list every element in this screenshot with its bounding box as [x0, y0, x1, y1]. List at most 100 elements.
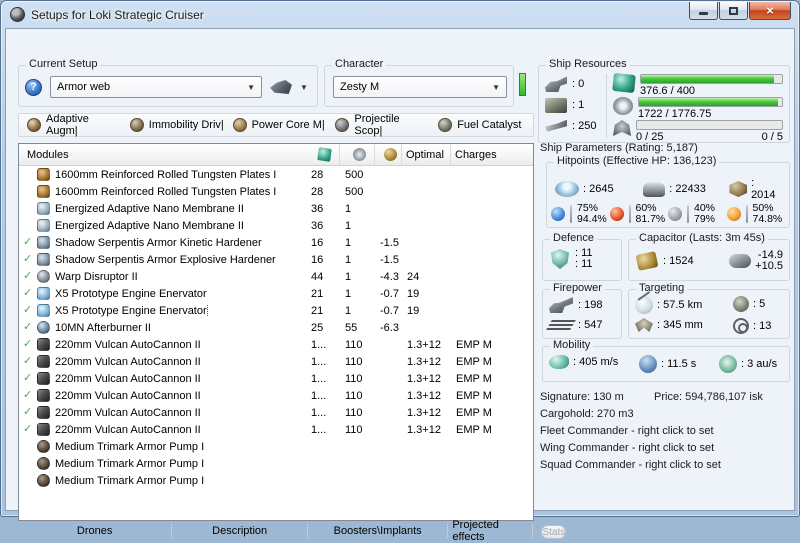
module-powergrid: 55	[345, 321, 358, 334]
subsystem-label: Power Core M|	[251, 119, 325, 131]
help-icon[interactable]: ?	[25, 78, 42, 96]
column-powergrid[interactable]	[340, 144, 375, 165]
table-row[interactable]: 220mm Vulcan AutoCannon II 1... 110 1.3+…	[19, 387, 533, 404]
subsystem-bar: Adaptive Augm| Immobility Driv| Power Co…	[18, 113, 534, 137]
subsystem-button[interactable]: Power Core M|	[225, 114, 328, 136]
module-powergrid: 1	[345, 219, 352, 232]
module-cpu: 1...	[311, 389, 327, 402]
module-powergrid: 110	[345, 423, 363, 436]
module-name: 220mm Vulcan AutoCannon II	[55, 389, 201, 402]
table-row[interactable]: Energized Adaptive Nano Membrane II 36 1	[19, 217, 533, 234]
module-cpu: 44	[311, 270, 324, 283]
ship-print-icon[interactable]	[270, 80, 292, 94]
module-cpu: 28	[311, 185, 324, 198]
resist-icon	[668, 207, 682, 221]
table-row[interactable]: 220mm Vulcan AutoCannon II 1... 110 1.3+…	[19, 404, 533, 421]
table-row[interactable]: X5 Prototype Engine Enervator 21 1 -0.7 …	[19, 285, 533, 302]
active-check-icon	[23, 271, 37, 282]
setup-select[interactable]: Armor web ▼	[50, 76, 262, 98]
titlebar[interactable]: Setups for Loki Strategic Cruiser	[1, 1, 799, 28]
caption-buttons: ×	[688, 2, 791, 20]
module-name: 1600mm Reinforced Rolled Tungsten Plates…	[55, 185, 277, 198]
table-row[interactable]: 220mm Vulcan AutoCannon II 1... 110 1.3+…	[19, 353, 533, 370]
column-charges[interactable]: Charges	[451, 144, 533, 165]
warp-speed-icon	[719, 355, 737, 373]
module-powergrid: 110	[345, 372, 363, 385]
powergrid-bar	[638, 97, 783, 107]
resist-icon	[609, 207, 624, 221]
module-powergrid: 110	[345, 406, 363, 419]
ship-parameters-title: Ship Parameters (Rating: 5,187)	[540, 142, 698, 154]
module-optimal: 1.3+12	[407, 355, 441, 368]
module-cpu: 1...	[311, 355, 327, 368]
table-row[interactable]: 220mm Vulcan AutoCannon II 1... 110 1.3+…	[19, 370, 533, 387]
module-cpu: 21	[311, 287, 324, 300]
module-icon	[37, 389, 50, 402]
subsystem-button[interactable]: Fuel Catalyst	[430, 114, 533, 136]
module-rows: 1600mm Reinforced Rolled Tungsten Plates…	[19, 166, 533, 489]
fleet-commander-text[interactable]: Fleet Commander - right click to set	[540, 425, 714, 437]
column-capacitor[interactable]	[375, 144, 402, 165]
align-time-value: : 11.5 s	[661, 358, 697, 370]
subsystem-button[interactable]: Adaptive Augm|	[19, 113, 122, 137]
active-check-icon	[23, 237, 37, 248]
bottom-tab[interactable]: Projected effects	[448, 519, 534, 543]
launcher-hardpoints-value: : 1	[572, 99, 585, 111]
chevron-down-icon: ▼	[247, 82, 255, 92]
table-row[interactable]: Shadow Serpentis Armor Explosive Hardene…	[19, 251, 533, 268]
drone-bar	[636, 120, 783, 130]
module-icon	[37, 287, 50, 300]
ship-resources-group: Ship Resources : 0 : 1 : 250 376.6 / 400	[538, 58, 790, 143]
module-icon	[37, 270, 50, 283]
column-cpu[interactable]	[306, 144, 340, 165]
squad-commander-text[interactable]: Squad Commander - right click to set	[540, 459, 721, 471]
table-row[interactable]: 1600mm Reinforced Rolled Tungsten Plates…	[19, 183, 533, 200]
maximize-button[interactable]	[719, 2, 748, 20]
bottom-tab[interactable]: Boosters\Implants	[308, 524, 449, 538]
cpu-text: 376.6 / 400	[640, 85, 696, 97]
close-button[interactable]: ×	[749, 2, 791, 20]
armor-resist-value: 94.4%	[577, 213, 607, 225]
ship-menu-chevron-icon[interactable]: ▼	[300, 83, 308, 92]
column-modules[interactable]: Modules	[23, 144, 306, 165]
module-charges: EMP M	[456, 355, 492, 368]
table-row[interactable]: 10MN Afterburner II 25 55 -6.3	[19, 319, 533, 336]
active-check-icon	[23, 322, 37, 333]
stats-button[interactable]: Stats	[541, 525, 567, 539]
module-optimal: 19	[407, 304, 420, 317]
table-row[interactable]: Medium Trimark Armor Pump I	[19, 438, 533, 455]
module-cpu: 36	[311, 219, 324, 232]
table-row[interactable]: 220mm Vulcan AutoCannon II 1... 110 1.3+…	[19, 336, 533, 353]
minimize-button[interactable]	[689, 2, 718, 20]
bottom-tab[interactable]: Description	[172, 524, 308, 538]
module-icon	[37, 236, 50, 249]
cpu-column-icon	[317, 147, 332, 162]
table-row[interactable]: Warp Disruptor II 44 1 -4.3 24	[19, 268, 533, 285]
active-check-icon	[23, 424, 37, 435]
subsystem-button[interactable]: Projectile Scop|	[327, 113, 430, 137]
table-row[interactable]: Energized Adaptive Nano Membrane II 36 1	[19, 200, 533, 217]
subsystem-label: Fuel Catalyst	[457, 119, 522, 131]
shield-hp-icon	[555, 181, 579, 197]
character-select[interactable]: Zesty M ▼	[333, 76, 507, 98]
module-charges: EMP M	[456, 423, 492, 436]
module-optimal: 24	[407, 270, 420, 283]
module-icon	[37, 338, 50, 351]
subsystem-button[interactable]: Immobility Driv|	[122, 114, 225, 136]
active-check-icon	[23, 373, 37, 384]
table-row[interactable]: 220mm Vulcan AutoCannon II 1... 110 1.3+…	[19, 421, 533, 438]
table-row[interactable]: Shadow Serpentis Armor Kinetic Hardener …	[19, 234, 533, 251]
table-row[interactable]: 1600mm Reinforced Rolled Tungsten Plates…	[19, 166, 533, 183]
column-optimal[interactable]: Optimal	[402, 144, 451, 165]
table-row[interactable]: X5 Prototype Engine Enervator 21 1 -0.7 …	[19, 302, 533, 319]
wing-commander-text[interactable]: Wing Commander - right click to set	[540, 442, 714, 454]
subsystem-icon	[335, 118, 350, 132]
module-cap-use: -1.5	[380, 236, 399, 249]
powergrid-column-icon	[352, 148, 366, 161]
bottom-tab[interactable]: Drones	[18, 524, 173, 538]
table-row[interactable]: Medium Trimark Armor Pump I	[19, 455, 533, 472]
volley-value: : 198	[578, 299, 603, 311]
align-time-icon	[639, 355, 657, 373]
table-row[interactable]: Medium Trimark Armor Pump I	[19, 472, 533, 489]
structure-hp-icon	[729, 181, 748, 197]
